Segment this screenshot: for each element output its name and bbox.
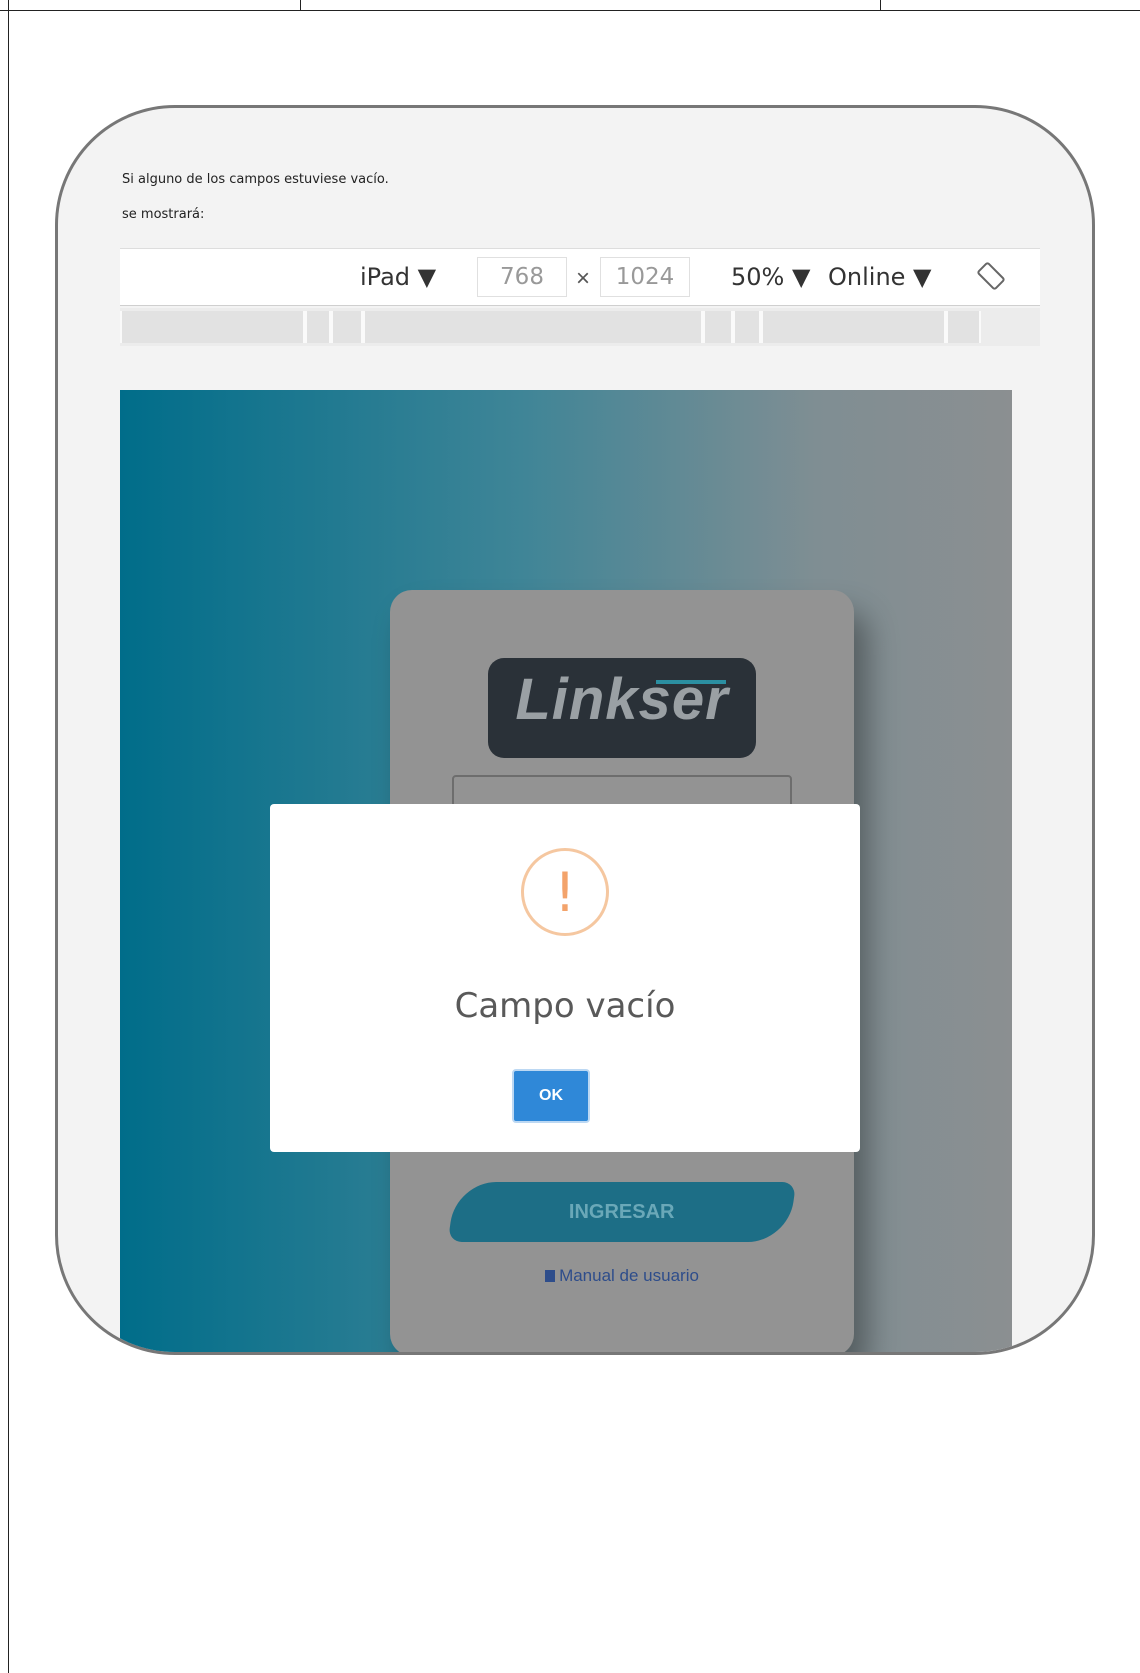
device-toolbar: iPad ▼ 768 × 1024 50% ▼ Online ▼	[120, 248, 1040, 306]
screenshot-frame: Si alguno de los campos estuviese vacío.…	[55, 105, 1095, 1355]
device-viewport: Linkser INGRESAR Manual de usuario ! Cam…	[120, 390, 1012, 1352]
ruler-segment	[331, 311, 363, 343]
rotate-icon[interactable]	[976, 261, 1006, 291]
ruler-segment	[761, 311, 946, 343]
ruler-segment	[305, 311, 331, 343]
width-input[interactable]: 768	[477, 257, 567, 297]
document-icon	[545, 1270, 556, 1282]
height-input[interactable]: 1024	[600, 257, 690, 297]
zoom-select[interactable]: 50% ▼	[731, 263, 810, 291]
linkser-logo: Linkser	[488, 658, 756, 758]
document-cell-divider	[300, 0, 301, 11]
logo-text: Linkser	[515, 667, 729, 732]
ruler-segment	[733, 311, 761, 343]
alert-title: Campo vacío	[454, 986, 676, 1026]
user-manual-label: Manual de usuario	[559, 1266, 699, 1285]
ruler-segment	[120, 311, 305, 343]
ok-button[interactable]: OK	[512, 1069, 590, 1123]
dimension-separator: ×	[576, 265, 591, 292]
document-table-border	[0, 10, 1140, 11]
login-button[interactable]: INGRESAR	[447, 1182, 797, 1242]
alert-dialog: ! Campo vacío OK	[270, 804, 860, 1152]
document-cell-divider	[880, 0, 881, 11]
intro-text-continued: se mostrará:	[122, 207, 205, 222]
ruler-segment	[703, 311, 733, 343]
media-query-ruler	[120, 308, 1040, 346]
intro-text: Si alguno de los campos estuviese vacío.	[122, 172, 389, 187]
warning-icon: !	[521, 848, 609, 936]
document-margin-line	[8, 0, 9, 1673]
ruler-segment	[946, 311, 981, 343]
device-select[interactable]: iPad ▼	[360, 263, 436, 291]
login-button-label: INGRESAR	[569, 1200, 675, 1223]
user-manual-link[interactable]: Manual de usuario	[390, 1266, 854, 1286]
ruler-segment	[363, 311, 703, 343]
network-select[interactable]: Online ▼	[828, 263, 932, 291]
